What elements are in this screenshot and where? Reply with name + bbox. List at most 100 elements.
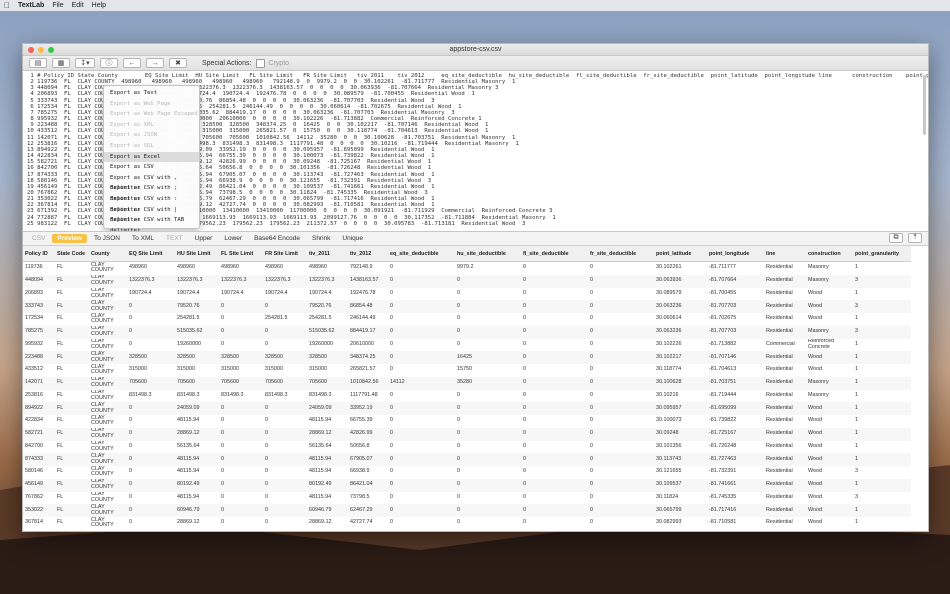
table-cell: 0	[221, 468, 224, 475]
column-header[interactable]: FL Site Limit	[219, 246, 263, 262]
column-header[interactable]: hu_site_deductible	[455, 246, 521, 262]
export-menu-item[interactable]: Export as CSV with TAB delimiter	[104, 215, 199, 231]
table-cell: CLAY COUNTY	[89, 300, 127, 313]
table-row[interactable]: 767862 FL CLAY COUNTY 0 48115.94 0 0 48115.94 73…	[23, 492, 911, 505]
export-menu-item[interactable]: Export as CSV with : delimiter	[104, 194, 199, 213]
table-row[interactable]: 448094 FL CLAY COUNTY 1322376.3 1322376.3 132…	[23, 274, 911, 288]
table-row[interactable]: 995932 FL CLAY COUNTY 0 19260000 0 0 19260000 20…	[23, 339, 911, 352]
crypto-checkbox[interactable]	[256, 58, 266, 68]
table-cell: 1	[853, 402, 911, 415]
column-header[interactable]: Policy ID	[23, 246, 55, 262]
table-row[interactable]: 582721 FL CLAY COUNTY 0 28869.12 0 0 28869.12 42…	[23, 427, 911, 441]
raw-scrollbar[interactable]	[923, 75, 926, 135]
table-row[interactable]: 333743 FL CLAY COUNTY 0 79520.76 0 0 79520.76 86…	[23, 300, 911, 313]
preview-table-container[interactable]: Policy ID State Code County EQ Site Limit HU…	[23, 246, 928, 531]
copy-button[interactable]: ⧉	[889, 233, 903, 243]
export-menu-item[interactable]: Export as Text	[104, 88, 199, 99]
tab-to-xml[interactable]: To XML	[127, 234, 159, 243]
table-cell: Residential	[764, 325, 806, 339]
column-header[interactable]: fr_site_deductible	[588, 246, 654, 262]
table-cell: 119736	[25, 264, 43, 271]
save-button[interactable]: ▤	[29, 58, 47, 68]
export-menu-item[interactable]: Export as CSV with | delimiter	[104, 205, 199, 224]
table-row[interactable]: 433512 FL CLAY COUNTY 315000 315000 315000 315…	[23, 364, 911, 377]
table-cell: 328500	[263, 351, 307, 364]
column-header[interactable]: State Code	[55, 246, 89, 262]
undo-button[interactable]: ←	[123, 58, 141, 68]
table-cell: CLAY COUNTY	[89, 274, 127, 288]
clear-button[interactable]: ✖	[169, 58, 187, 68]
column-header[interactable]: tiv_2011	[307, 246, 348, 262]
table-row[interactable]: 842700 FL CLAY COUNTY 0 56135.64 0 0 56135.64 50…	[23, 441, 911, 454]
column-header[interactable]: point_granularity	[853, 246, 911, 262]
menu-edit[interactable]: Edit	[72, 2, 84, 9]
column-header[interactable]: FR Site Limit	[263, 246, 307, 262]
export-menu-item[interactable]: Export as CSV with ; delimiter	[104, 183, 199, 202]
table-row[interactable]: 206893 FL CLAY COUNTY 190724.4 190724.4 19072…	[23, 288, 911, 301]
redo-button[interactable]: →	[146, 58, 164, 68]
tab-shrink[interactable]: Shrink	[307, 234, 335, 243]
table-cell: 0	[127, 504, 175, 517]
apple-icon[interactable]: 	[4, 1, 10, 10]
column-header[interactable]: eq_site_deductible	[388, 246, 455, 262]
table-cell: Residential	[766, 468, 793, 475]
table-row[interactable]: 367814 FL CLAY COUNTY 0 28869.12 0 0 28869.12 42…	[23, 517, 911, 530]
table-row[interactable]: 353022 FL CLAY COUNTY 0 60946.79 0 0 60946.79 62…	[23, 504, 911, 517]
table-cell: 0	[523, 442, 526, 449]
table-cell: 1	[853, 351, 911, 364]
tab-preview[interactable]: Preview	[52, 234, 87, 243]
export-menu-item[interactable]: Export as Excel	[104, 151, 199, 163]
table-cell: Residential	[764, 427, 806, 441]
info-button[interactable]: ⓘ	[100, 58, 118, 68]
arrow-left-icon: ←	[128, 59, 136, 67]
pin-button[interactable]: ⤒	[908, 233, 922, 243]
table-row[interactable]: 172534 FL CLAY COUNTY 0 254281.5 0 254281.5 254…	[23, 313, 911, 326]
menu-app-name[interactable]: TextLab	[18, 2, 44, 9]
tab-to-json[interactable]: To JSON	[89, 234, 125, 243]
table-cell: FL	[57, 315, 64, 322]
table-row[interactable]: 785275 FL CLAY COUNTY 0 515035.62 0 0 515035.62…	[23, 325, 911, 339]
column-header[interactable]: County	[89, 246, 127, 262]
table-cell: 73798.5	[350, 493, 370, 500]
open-button[interactable]: ▦	[52, 58, 70, 68]
table-cell: CLAY COUNTY	[91, 466, 114, 478]
table-row[interactable]: 142071 FL CLAY COUNTY 705600 705600 705600 705…	[23, 376, 911, 390]
column-header[interactable]: point_latitude	[654, 246, 707, 262]
export-menu-item[interactable]: Export as CSV	[104, 162, 199, 173]
tab-unique[interactable]: Unique	[337, 234, 368, 243]
table-cell: 16425	[455, 351, 521, 364]
table-row[interactable]: 422834 FL CLAY COUNTY 0 48115.94 0 0 48115.94 66…	[23, 415, 911, 428]
menu-file[interactable]: File	[52, 2, 63, 9]
table-cell: 1010842.56	[348, 376, 388, 390]
column-header[interactable]: point_longitude	[707, 246, 764, 262]
tab-lower[interactable]: Lower	[219, 234, 247, 243]
column-header[interactable]: line	[764, 246, 806, 262]
crypto-toggle[interactable]: Crypto	[256, 58, 289, 68]
table-cell: 0	[523, 391, 526, 398]
table-row[interactable]: 119736 FL CLAY COUNTY 498960 498960 498960 498…	[23, 262, 911, 275]
column-header[interactable]: EQ Site Limit	[127, 246, 175, 262]
tab-base64-encode[interactable]: Base64 Encode	[249, 234, 305, 243]
export-menu-button[interactable]: ↧▾	[75, 58, 95, 68]
table-cell: 48115.94	[307, 453, 348, 466]
table-row[interactable]: 894922 FL CLAY COUNTY 0 24059.09 0 0 24059.09 33…	[23, 402, 911, 415]
table-row[interactable]: 223488 FL CLAY COUNTY 328500 328500 328500 328…	[23, 351, 911, 364]
column-header[interactable]: fl_site_deductible	[521, 246, 588, 262]
table-cell: 0	[455, 325, 521, 339]
table-cell: 0	[521, 478, 588, 492]
column-header[interactable]: HU Site Limit	[175, 246, 219, 262]
table-row[interactable]: 253816 FL CLAY COUNTY 831498.3 831498.3 83149…	[23, 390, 911, 403]
table-cell: 48115.94	[309, 468, 332, 475]
tab-upper[interactable]: Upper	[190, 234, 218, 243]
table-cell: 3	[855, 468, 858, 475]
export-menu-item[interactable]: Export as CSV with , delimiter	[104, 173, 199, 192]
column-header[interactable]: construction	[806, 246, 853, 262]
menu-help[interactable]: Help	[92, 2, 106, 9]
column-header[interactable]: tiv_2012	[348, 246, 388, 262]
table-cell: 792148.9	[350, 264, 373, 271]
table-cell: Residential	[766, 391, 793, 398]
table-row[interactable]: 580146 FL CLAY COUNTY 0 48115.94 0 0 48115.94 66…	[23, 466, 911, 479]
raw-text-editor[interactable]: 1 # Policy ID State County EQ Site Limit…	[23, 71, 928, 232]
table-row[interactable]: 456149 FL CLAY COUNTY 0 80192.49 0 0 80192.49 86…	[23, 478, 911, 492]
table-row[interactable]: 874333 FL CLAY COUNTY 0 48115.94 0 0 48115.94 67…	[23, 453, 911, 466]
